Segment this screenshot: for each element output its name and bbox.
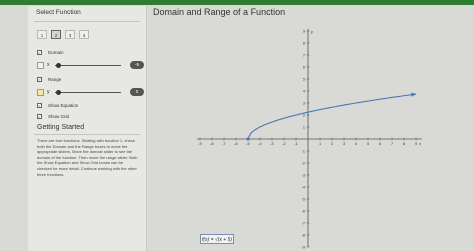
x-tick-label: -4 [258,142,261,146]
range-checkbox[interactable]: ✓ [37,77,42,82]
x-tick-label: -1 [294,142,297,146]
y-tick-label: -2 [302,161,305,165]
sidebar-divider [34,21,140,22]
y-tick-label: -7 [302,221,305,225]
show-equation-label: Show Equation [48,103,79,108]
function-curve [247,93,417,140]
y-tick-label: -1 [302,149,305,153]
x-tick-label: -8 [210,142,213,146]
domain-checkbox-row[interactable]: ✓ Domain [37,50,64,55]
y-tick-label: -3 [302,173,305,177]
domain-slider-handle[interactable] [56,63,62,68]
x-tick-label: 4 [355,142,357,146]
domain-variable: x [47,62,50,68]
x-tick-label: 5 [367,142,369,146]
y-tick-label: 8 [303,41,305,45]
y-tick-label: 7 [303,53,305,57]
x-tick-label: 8 [403,142,405,146]
range-checkbox-label: Range [48,77,62,82]
show-equation-checkbox[interactable]: ✓ [37,103,42,108]
sidebar-title: Select Function [36,9,81,16]
getting-started-title: Getting Started [37,124,85,131]
y-tick-label: -9 [302,245,305,249]
x-tick-label: 1 [319,142,321,146]
x-tick-label: -3 [270,142,273,146]
x-tick-label: 7 [391,142,393,146]
function-button-3[interactable]: 3 [65,30,75,39]
y-tick-label: 5 [303,77,305,81]
domain-start-point [246,137,250,141]
show-grid-row[interactable]: ✓ Show Grid [37,114,69,119]
range-slider-handle[interactable] [56,90,62,95]
y-tick-label: 1 [303,125,305,129]
x-tick-label: -9 [198,142,201,146]
domain-slider-track[interactable] [55,65,121,66]
x-tick-label: -5 [246,142,249,146]
range-slider-row: y 0 [37,88,144,97]
x-tick-label: -6 [234,142,237,146]
sidebar: Select Function 1234 ✓ Domain x -5 ✓ Ran… [28,6,147,251]
equation-label: f(x) = √(x + 5) [200,234,234,244]
y-axis-label: y [310,29,314,34]
domain-slider-row: x -5 [37,61,144,70]
getting-started-divider [34,134,140,135]
function-button-2[interactable]: 2 [51,30,61,39]
x-tick-label: 6 [379,142,381,146]
domain-checkbox-label: Domain [48,50,64,55]
y-tick-label: 6 [303,65,305,69]
show-grid-checkbox[interactable]: ✓ [37,114,42,119]
y-tick-label: 4 [303,89,305,93]
y-tick-label: -4 [302,185,305,189]
function-button-4[interactable]: 4 [79,30,89,39]
show-grid-label: Show Grid [48,114,70,119]
function-graph[interactable]: y x -9 -8 -7 -6 -5 -4 -3 -2 -1 1 2 3 4 5 6 7 8 9 9 8 7 6 5 4 3 2 1 -1… [192,27,428,251]
range-swatch [37,89,44,96]
getting-started-text: There are four functions. Starting with … [37,138,138,177]
y-tick-label: -6 [302,209,305,213]
y-tick-label: 3 [303,101,305,105]
range-variable: y [47,89,50,95]
range-slider-track[interactable] [55,92,121,93]
range-checkbox-row[interactable]: ✓ Range [37,77,61,82]
y-tick-label: -5 [302,197,305,201]
show-equation-row[interactable]: ✓ Show Equation [37,103,78,108]
y-tick-label: -8 [302,233,305,237]
page-title: Domain and Range of a Function [153,7,286,17]
x-tick-label: -2 [282,142,285,146]
x-axis-label: x [418,141,422,146]
x-tick-label: -7 [222,142,225,146]
domain-checkbox[interactable]: ✓ [37,50,42,55]
x-tick-label: 2 [331,142,333,146]
y-tick-label: 9 [303,29,305,33]
x-tick-label: 9 [415,142,417,146]
y-tick-label: 2 [303,113,305,117]
top-bar [0,0,474,5]
domain-value-badge: -5 [130,61,144,69]
x-tick-label: 3 [343,142,345,146]
function-button-1[interactable]: 1 [37,30,47,39]
range-value-badge: 0 [130,88,144,96]
domain-swatch [37,62,44,69]
